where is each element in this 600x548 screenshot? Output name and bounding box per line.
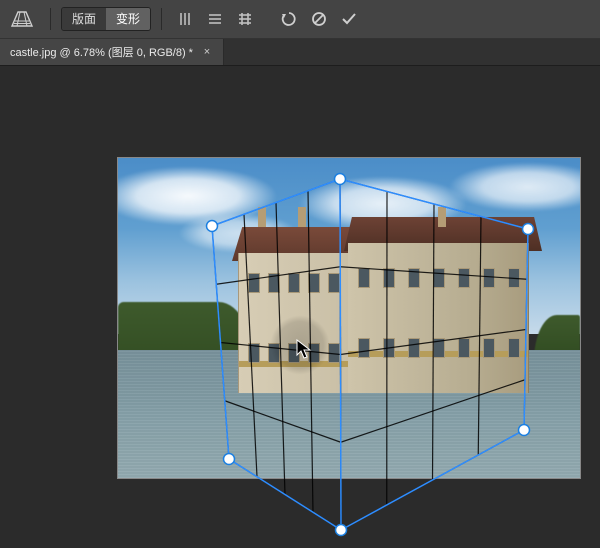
document-tab-bar: castle.jpg @ 6.78% (图层 0, RGB/8) * × [0,39,600,66]
close-tab-icon[interactable]: × [201,46,213,58]
perspective-warp-tool-icon [8,7,36,31]
warp-mode-button[interactable]: 变形 [106,8,150,30]
warp-handle[interactable] [224,454,235,465]
mode-toggle-group: 版面 变形 [61,7,151,31]
image-stage[interactable] [118,158,580,478]
canvas-viewport[interactable] [0,66,600,548]
warp-handle[interactable] [336,525,347,536]
warp-handle[interactable] [519,425,530,436]
auto-align-vertical-icon[interactable] [172,7,198,31]
warp-handle[interactable] [207,221,218,232]
castle-image [118,158,580,478]
perspective-warp-options-bar: 版面 变形 [0,0,600,39]
warp-handle[interactable] [523,224,534,235]
separator [50,8,51,30]
document-tab[interactable]: castle.jpg @ 6.78% (图层 0, RGB/8) * × [0,39,224,65]
auto-align-horizontal-icon[interactable] [202,7,228,31]
document-tab-label: castle.jpg @ 6.78% (图层 0, RGB/8) * [10,44,193,60]
commit-icon[interactable] [336,7,362,31]
auto-straighten-icon[interactable] [232,7,258,31]
warp-handle[interactable] [335,174,346,185]
layout-mode-button[interactable]: 版面 [62,8,106,30]
reset-icon[interactable] [276,7,302,31]
separator [161,8,162,30]
cancel-icon[interactable] [306,7,332,31]
